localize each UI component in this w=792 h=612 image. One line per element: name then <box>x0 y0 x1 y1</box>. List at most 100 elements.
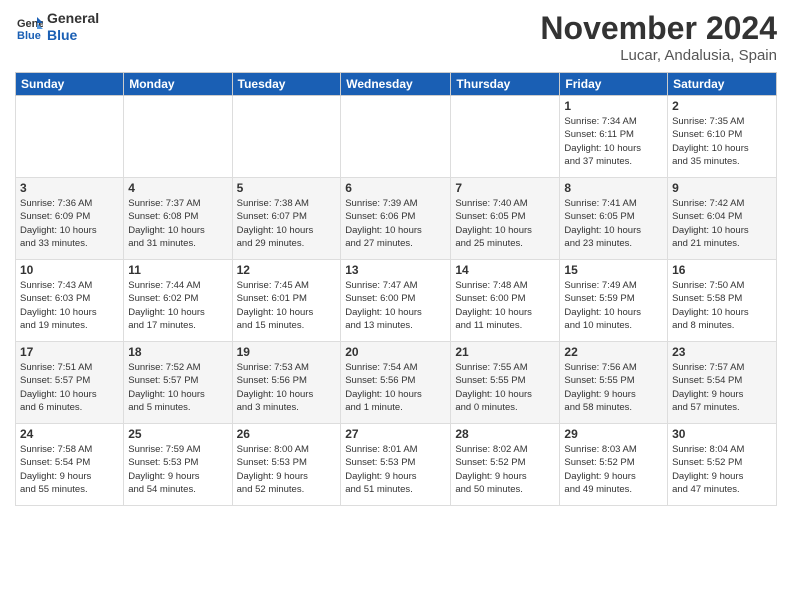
table-row: 23Sunrise: 7:57 AM Sunset: 5:54 PM Dayli… <box>668 342 777 424</box>
day-number: 28 <box>455 427 555 441</box>
day-number: 23 <box>672 345 772 359</box>
table-row: 24 Sunrise: 7:58 AM Sunset: 5:54 PM Dayli… <box>16 424 124 506</box>
col-tuesday: Tuesday <box>232 73 341 96</box>
day-number: 14 <box>455 263 555 277</box>
logo-text: General Blue <box>47 10 99 44</box>
title-block: November 2024 Lucar, Andalusia, Spain <box>540 10 777 64</box>
table-row: 29 Sunrise: 8:03 AM Sunset: 5:52 PM Dayli… <box>560 424 668 506</box>
table-row: 4 Sunrise: 7:37 AM Sunset: 6:08 PM Daylig… <box>124 178 232 260</box>
col-sunday: Sunday <box>16 73 124 96</box>
day-info: Sunrise: 7:42 AM Sunset: 6:04 PM Dayligh… <box>672 197 772 250</box>
day-number: 5 <box>237 181 337 195</box>
col-monday: Monday <box>124 73 232 96</box>
table-row: 26 Sunrise: 8:00 AM Sunset: 5:53 PM Dayli… <box>232 424 341 506</box>
table-row <box>232 96 341 178</box>
col-thursday: Thursday <box>451 73 560 96</box>
day-info: Sunrise: 7:47 AM Sunset: 6:00 PM Dayligh… <box>345 279 446 332</box>
table-row: 22 Sunrise: 7:56 AM Sunset: 5:55 PM Dayli… <box>560 342 668 424</box>
table-row: 5 Sunrise: 7:38 AM Sunset: 6:07 PM Daylig… <box>232 178 341 260</box>
day-number: 19 <box>237 345 337 359</box>
calendar-week-1: 1 Sunrise: 7:34 AM Sunset: 6:11 PM Daylig… <box>16 96 777 178</box>
logo-icon: General Blue <box>15 13 43 41</box>
day-info: Sunrise: 8:03 AM Sunset: 5:52 PM Dayligh… <box>564 443 663 496</box>
day-number: 6 <box>345 181 446 195</box>
day-number: 9 <box>672 181 772 195</box>
table-row: 1 Sunrise: 7:34 AM Sunset: 6:11 PM Daylig… <box>560 96 668 178</box>
calendar-week-3: 10Sunrise: 7:43 AM Sunset: 6:03 PM Dayli… <box>16 260 777 342</box>
day-number: 26 <box>237 427 337 441</box>
table-row: 18Sunrise: 7:52 AM Sunset: 5:57 PM Dayli… <box>124 342 232 424</box>
table-row: 17 Sunrise: 7:51 AM Sunset: 5:57 PM Dayli… <box>16 342 124 424</box>
calendar-week-2: 3Sunrise: 7:36 AM Sunset: 6:09 PM Daylig… <box>16 178 777 260</box>
day-info: Sunrise: 7:38 AM Sunset: 6:07 PM Dayligh… <box>237 197 337 250</box>
day-info: Sunrise: 7:54 AM Sunset: 5:56 PM Dayligh… <box>345 361 446 414</box>
day-number: 10 <box>20 263 119 277</box>
day-info: Sunrise: 7:51 AM Sunset: 5:57 PM Dayligh… <box>20 361 119 414</box>
day-number: 8 <box>564 181 663 195</box>
svg-text:Blue: Blue <box>17 30 41 41</box>
day-info: Sunrise: 8:01 AM Sunset: 5:53 PM Dayligh… <box>345 443 446 496</box>
day-number: 17 <box>20 345 119 359</box>
day-info: Sunrise: 7:58 AM Sunset: 5:54 PM Dayligh… <box>20 443 119 496</box>
day-info: Sunrise: 7:35 AM Sunset: 6:10 PM Dayligh… <box>672 115 772 168</box>
table-row: 25 Sunrise: 7:59 AM Sunset: 5:53 PM Dayli… <box>124 424 232 506</box>
day-info: Sunrise: 7:34 AM Sunset: 6:11 PM Dayligh… <box>564 115 663 168</box>
col-saturday: Saturday <box>668 73 777 96</box>
table-row: 20 Sunrise: 7:54 AM Sunset: 5:56 PM Dayli… <box>341 342 451 424</box>
table-row: 13Sunrise: 7:47 AM Sunset: 6:00 PM Dayli… <box>341 260 451 342</box>
day-number: 25 <box>128 427 227 441</box>
day-number: 29 <box>564 427 663 441</box>
table-row: 6Sunrise: 7:39 AM Sunset: 6:06 PM Daylig… <box>341 178 451 260</box>
table-row: 10Sunrise: 7:43 AM Sunset: 6:03 PM Dayli… <box>16 260 124 342</box>
table-row: 8 Sunrise: 7:41 AM Sunset: 6:05 PM Daylig… <box>560 178 668 260</box>
day-info: Sunrise: 7:36 AM Sunset: 6:09 PM Dayligh… <box>20 197 119 250</box>
table-row: 2 Sunrise: 7:35 AM Sunset: 6:10 PM Daylig… <box>668 96 777 178</box>
table-row <box>124 96 232 178</box>
day-number: 18 <box>128 345 227 359</box>
table-row: 12Sunrise: 7:45 AM Sunset: 6:01 PM Dayli… <box>232 260 341 342</box>
day-number: 24 <box>20 427 119 441</box>
calendar-header-row: Sunday Monday Tuesday Wednesday Thursday… <box>16 73 777 96</box>
day-info: Sunrise: 7:56 AM Sunset: 5:55 PM Dayligh… <box>564 361 663 414</box>
calendar-week-4: 17 Sunrise: 7:51 AM Sunset: 5:57 PM Dayli… <box>16 342 777 424</box>
day-number: 4 <box>128 181 227 195</box>
month-title: November 2024 <box>540 10 777 47</box>
table-row: 19Sunrise: 7:53 AM Sunset: 5:56 PM Dayli… <box>232 342 341 424</box>
day-info: Sunrise: 7:37 AM Sunset: 6:08 PM Dayligh… <box>128 197 227 250</box>
col-friday: Friday <box>560 73 668 96</box>
calendar-week-5: 24 Sunrise: 7:58 AM Sunset: 5:54 PM Dayli… <box>16 424 777 506</box>
day-info: Sunrise: 8:00 AM Sunset: 5:53 PM Dayligh… <box>237 443 337 496</box>
table-row: 16Sunrise: 7:50 AM Sunset: 5:58 PM Dayli… <box>668 260 777 342</box>
day-info: Sunrise: 7:44 AM Sunset: 6:02 PM Dayligh… <box>128 279 227 332</box>
table-row: 28Sunrise: 8:02 AM Sunset: 5:52 PM Dayli… <box>451 424 560 506</box>
day-info: Sunrise: 8:04 AM Sunset: 5:52 PM Dayligh… <box>672 443 772 496</box>
logo: General Blue General Blue <box>15 10 99 44</box>
day-number: 27 <box>345 427 446 441</box>
location: Lucar, Andalusia, Spain <box>540 47 777 64</box>
header: General Blue General Blue November 2024 … <box>15 10 777 64</box>
table-row: 9 Sunrise: 7:42 AM Sunset: 6:04 PM Daylig… <box>668 178 777 260</box>
table-row: 14Sunrise: 7:48 AM Sunset: 6:00 PM Dayli… <box>451 260 560 342</box>
table-row: 27 Sunrise: 8:01 AM Sunset: 5:53 PM Dayli… <box>341 424 451 506</box>
day-info: Sunrise: 7:40 AM Sunset: 6:05 PM Dayligh… <box>455 197 555 250</box>
day-info: Sunrise: 7:59 AM Sunset: 5:53 PM Dayligh… <box>128 443 227 496</box>
day-number: 1 <box>564 99 663 113</box>
table-row: 11 Sunrise: 7:44 AM Sunset: 6:02 PM Dayli… <box>124 260 232 342</box>
day-number: 12 <box>237 263 337 277</box>
table-row <box>341 96 451 178</box>
page: General Blue General Blue November 2024 … <box>0 0 792 612</box>
table-row <box>16 96 124 178</box>
day-number: 11 <box>128 263 227 277</box>
day-number: 15 <box>564 263 663 277</box>
day-number: 22 <box>564 345 663 359</box>
table-row: 3Sunrise: 7:36 AM Sunset: 6:09 PM Daylig… <box>16 178 124 260</box>
table-row: 15 Sunrise: 7:49 AM Sunset: 5:59 PM Dayli… <box>560 260 668 342</box>
day-number: 20 <box>345 345 446 359</box>
day-number: 2 <box>672 99 772 113</box>
day-number: 21 <box>455 345 555 359</box>
day-info: Sunrise: 7:49 AM Sunset: 5:59 PM Dayligh… <box>564 279 663 332</box>
day-info: Sunrise: 7:55 AM Sunset: 5:55 PM Dayligh… <box>455 361 555 414</box>
day-info: Sunrise: 7:41 AM Sunset: 6:05 PM Dayligh… <box>564 197 663 250</box>
table-row: 30Sunrise: 8:04 AM Sunset: 5:52 PM Dayli… <box>668 424 777 506</box>
col-wednesday: Wednesday <box>341 73 451 96</box>
